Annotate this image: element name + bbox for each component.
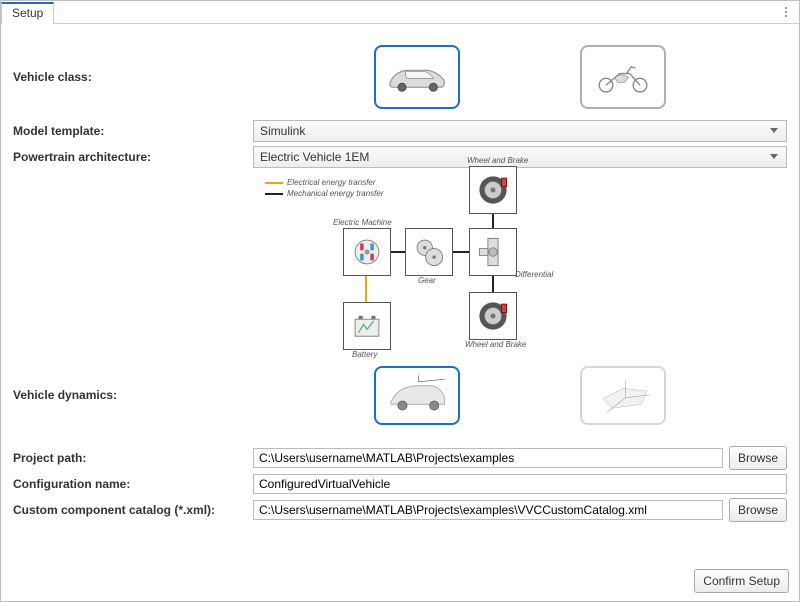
custom-catalog-input[interactable]: [253, 500, 723, 520]
diagram-differential-label: Differential: [515, 270, 553, 279]
longitudinal-icon: [384, 374, 450, 416]
diagram-electric-machine: [343, 228, 391, 276]
project-path-label: Project path:: [13, 451, 253, 465]
confirm-setup-button[interactable]: Confirm Setup: [694, 569, 789, 593]
tab-setup[interactable]: Setup: [1, 2, 54, 24]
diagram-wheel-bottom-label: Wheel and Brake: [465, 340, 526, 349]
browse-label-2: Browse: [738, 503, 778, 517]
confirm-setup-label: Confirm Setup: [703, 574, 780, 588]
motorcycle-icon: [589, 55, 657, 99]
custom-catalog-browse-button[interactable]: Browse: [729, 498, 787, 522]
setup-form: Vehicle class:: [1, 24, 799, 538]
diagram-electric-machine-label: Electric Machine: [333, 218, 392, 227]
configuration-name-label: Configuration name:: [13, 477, 253, 491]
browse-label: Browse: [738, 451, 778, 465]
vehicle-class-label: Vehicle class:: [13, 70, 253, 84]
model-template-select[interactable]: Simulink: [253, 120, 787, 142]
setup-panel: Setup Vehicle class:: [0, 0, 800, 602]
tab-setup-label: Setup: [12, 6, 43, 20]
project-path-input[interactable]: [253, 448, 723, 468]
project-path-browse-button[interactable]: Browse: [729, 446, 787, 470]
tab-bar: Setup: [1, 1, 799, 24]
model-template-value: Simulink: [260, 124, 305, 138]
diagram-differential: [469, 228, 517, 276]
model-template-label: Model template:: [13, 124, 253, 138]
vehicle-class-motorcycle[interactable]: [580, 45, 666, 109]
diagram-wheel-bottom: [469, 292, 517, 340]
vehicle-dynamics-3d[interactable]: [580, 366, 666, 425]
car-icon: [383, 55, 451, 99]
diagram-battery: [343, 302, 391, 350]
diagram-gear: [405, 228, 453, 276]
powertrain-arch-value: Electric Vehicle 1EM: [260, 150, 369, 164]
vehicle-class-car[interactable]: [374, 45, 460, 109]
powertrain-arch-label: Powertrain architecture:: [13, 150, 253, 164]
custom-catalog-label: Custom component catalog (*.xml):: [13, 503, 253, 517]
diagram-battery-label: Battery: [352, 350, 377, 359]
diagram-wheel-top: [469, 166, 517, 214]
configuration-name-input[interactable]: [253, 474, 787, 494]
vehicle-dynamics-longitudinal[interactable]: [374, 366, 460, 425]
diagram-gear-label: Gear: [418, 276, 436, 285]
diagram-wheel-top-label: Wheel and Brake: [467, 156, 528, 165]
panel-menu-button[interactable]: [779, 5, 793, 19]
powertrain-diagram: Electrical energy transfer Mechanical en…: [235, 174, 565, 354]
threed-icon: [590, 374, 656, 416]
vehicle-dynamics-label: Vehicle dynamics:: [13, 388, 253, 402]
